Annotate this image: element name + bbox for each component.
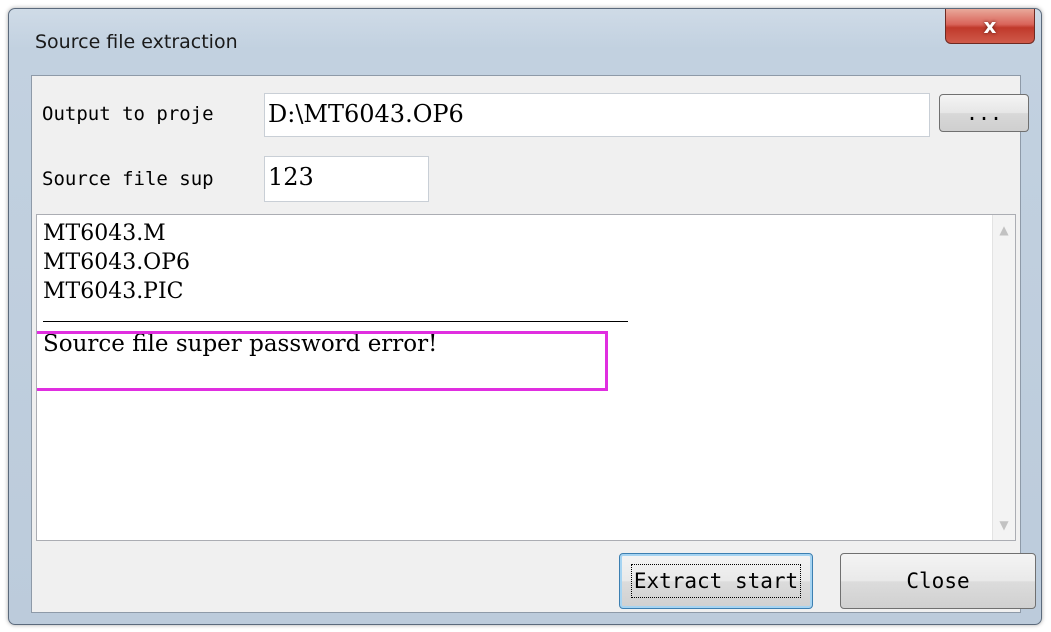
window-title: Source file extraction xyxy=(35,31,238,53)
log-line: MT6043.M xyxy=(43,221,166,246)
output-project-label: Output to proje xyxy=(42,103,214,125)
scroll-down-icon[interactable]: ▼ xyxy=(993,514,1015,536)
extract-start-label: Extract start xyxy=(630,564,802,598)
browse-button[interactable]: ... xyxy=(939,94,1029,132)
log-lines: MT6043.M MT6043.OP6 MT6043.PIC Source fi… xyxy=(43,219,628,359)
close-button[interactable]: Close xyxy=(840,553,1036,609)
log-separator xyxy=(43,307,628,322)
extract-start-button[interactable]: Extract start xyxy=(619,553,813,609)
output-path-field[interactable]: D:\MT6043.OP6 xyxy=(264,93,930,137)
title-bar[interactable]: Source file extraction x xyxy=(9,9,1041,73)
dialog-window: Source file extraction x Output to proje… xyxy=(8,8,1042,625)
output-log[interactable]: MT6043.M MT6043.OP6 MT6043.PIC Source fi… xyxy=(36,214,1016,541)
super-password-field[interactable]: 123 xyxy=(264,156,429,202)
window-close-button[interactable]: x xyxy=(945,9,1035,44)
log-line: MT6043.PIC xyxy=(43,279,184,304)
log-line: MT6043.OP6 xyxy=(43,250,191,275)
dialog-body: Output to proje D:\MT6043.OP6 ... Source… xyxy=(31,75,1036,613)
scroll-up-icon[interactable]: ▲ xyxy=(993,219,1015,241)
super-password-label: Source file sup xyxy=(42,168,214,190)
close-icon: x xyxy=(983,14,997,38)
error-message: Source file super password error! xyxy=(43,331,438,357)
log-scrollbar[interactable]: ▲ ▼ xyxy=(992,215,1015,540)
